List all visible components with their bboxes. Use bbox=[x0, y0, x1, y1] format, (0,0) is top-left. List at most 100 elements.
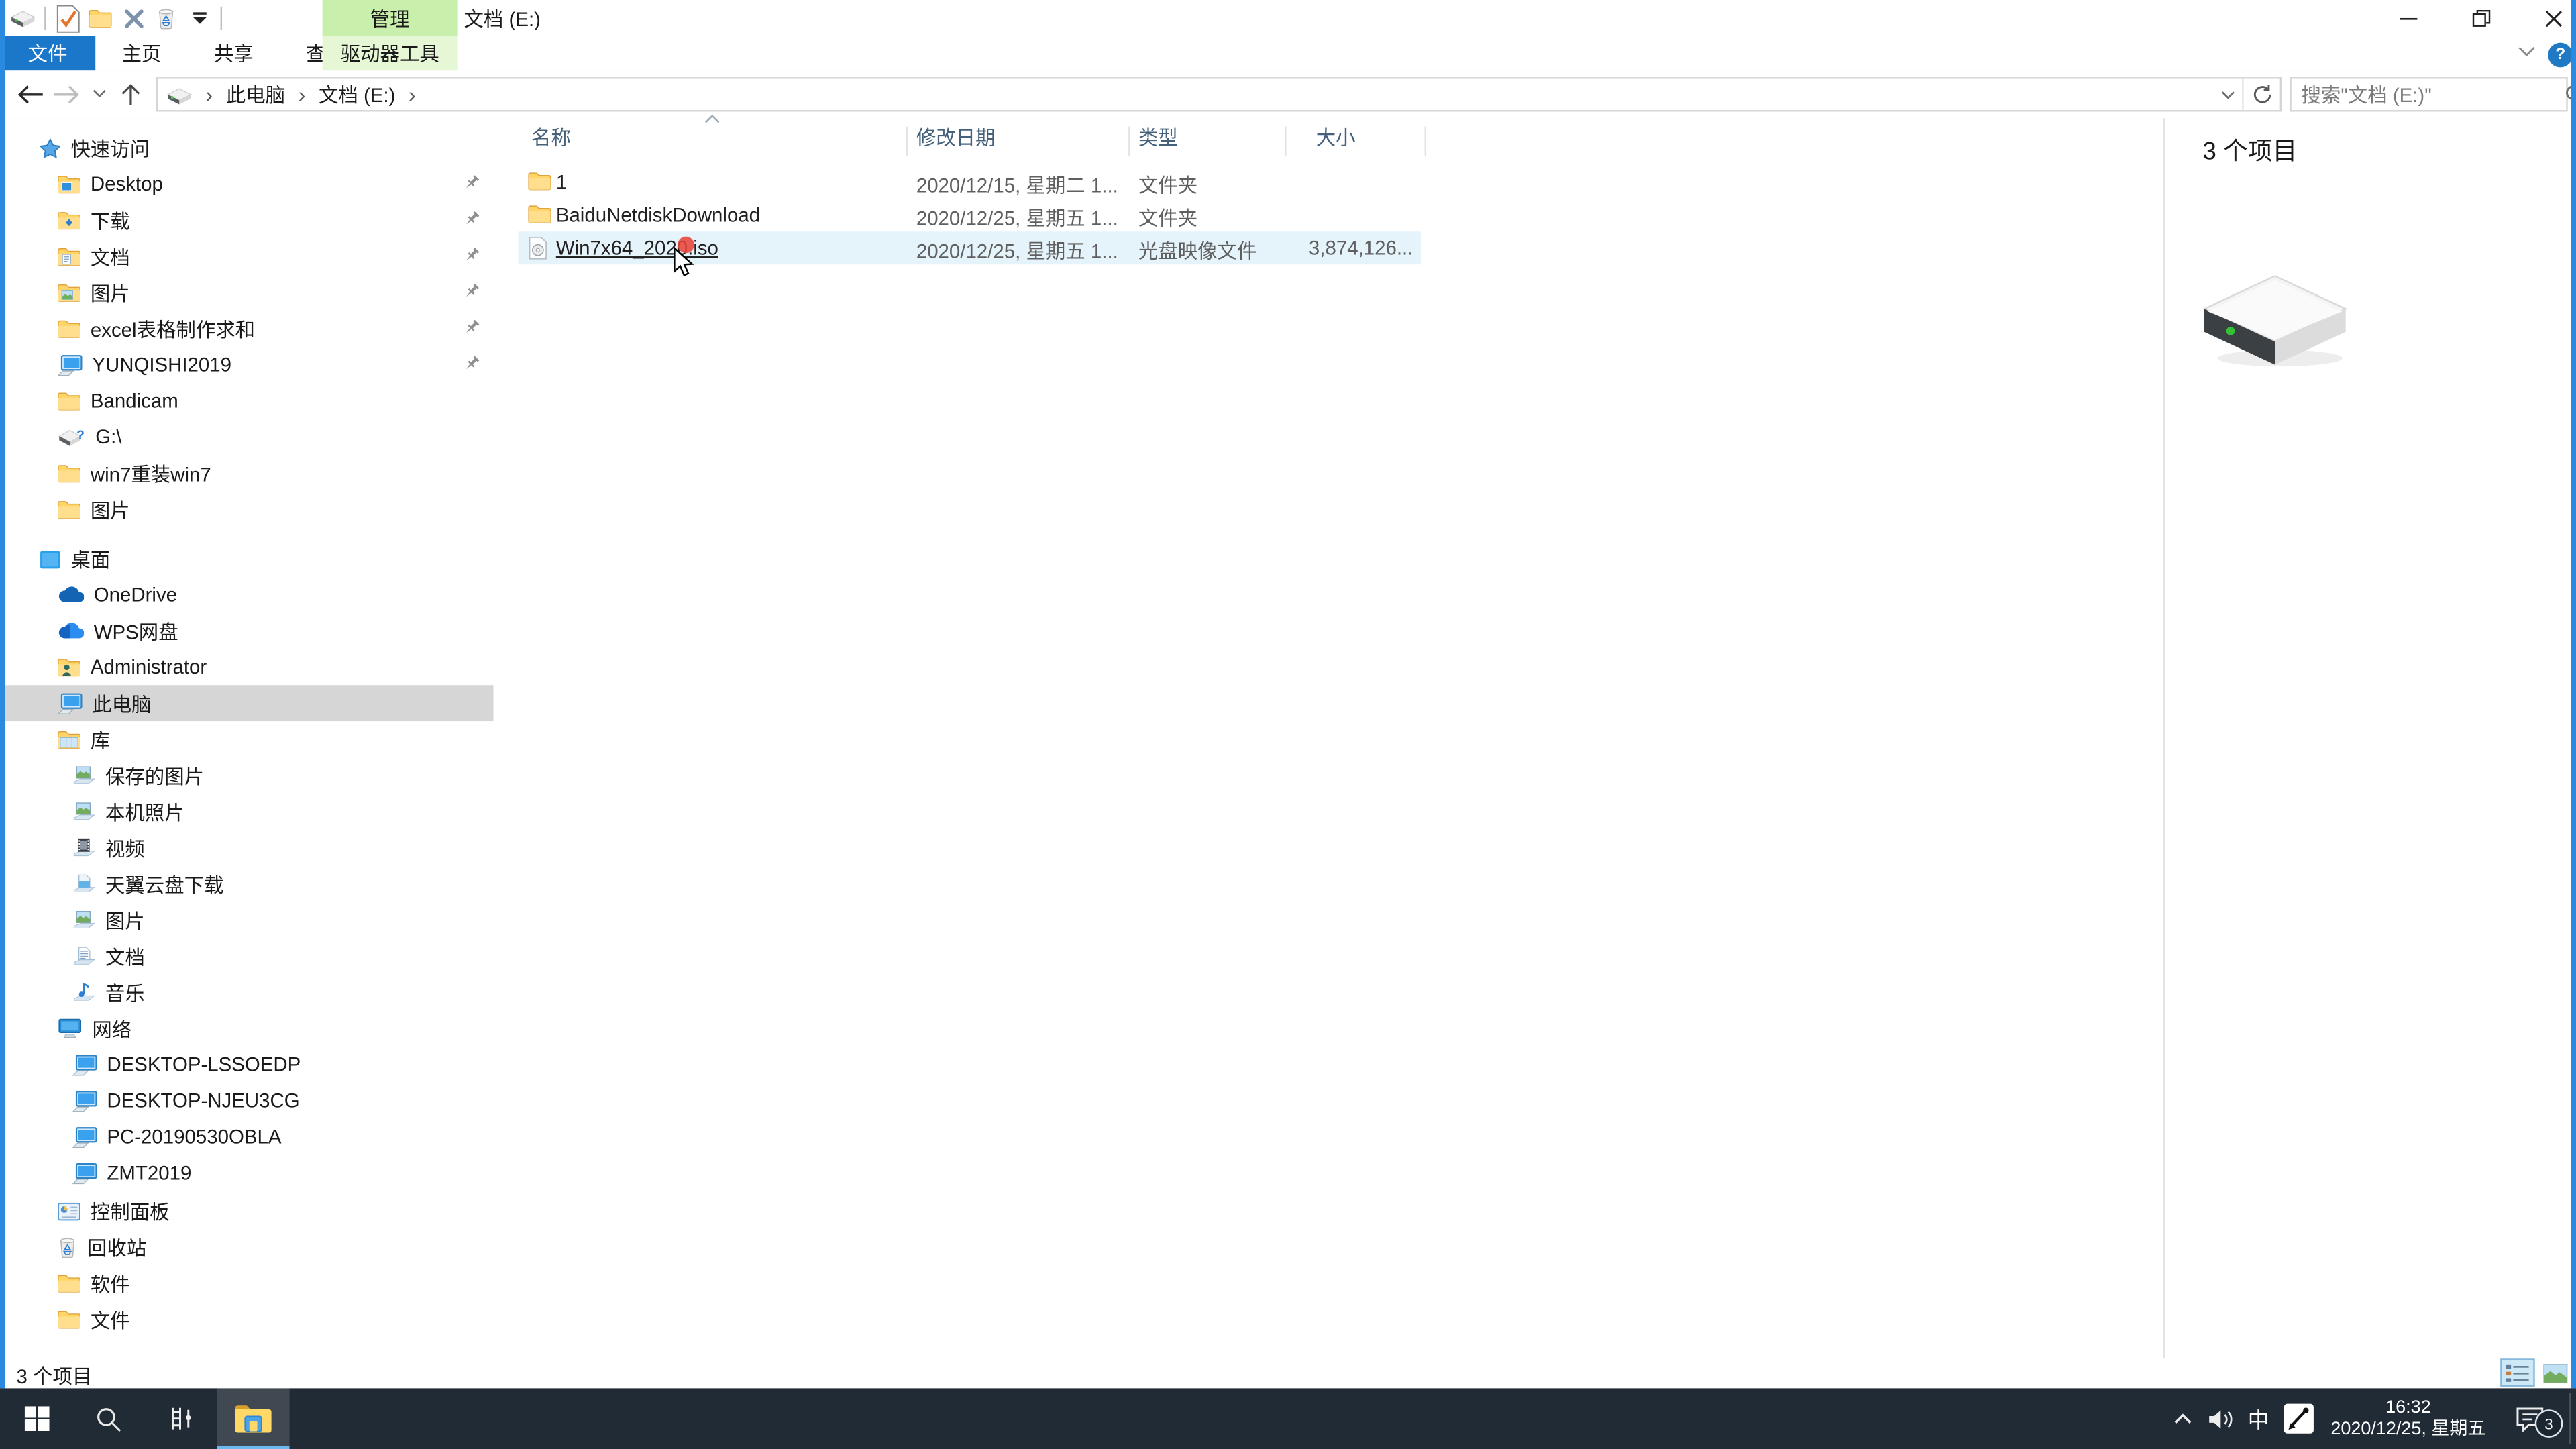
file-row[interactable]: 1 2020/12/15, 星期二 1... 文件夹 bbox=[494, 166, 2163, 199]
tree-item[interactable]: excel表格制作求和 bbox=[0, 311, 494, 347]
tree-item[interactable]: 回收站 bbox=[0, 1229, 494, 1265]
ime-tool-button[interactable] bbox=[2277, 1388, 2320, 1449]
tree-item[interactable]: 文档 bbox=[0, 238, 494, 274]
column-header-2[interactable]: 类型 bbox=[1138, 123, 1178, 152]
tree-item[interactable]: ZMT2019 bbox=[0, 1155, 494, 1191]
file-name[interactable]: BaiduNetdiskDownload bbox=[556, 204, 760, 227]
tree-item[interactable]: DESKTOP-LSSOEDP bbox=[0, 1046, 494, 1083]
up-button[interactable] bbox=[113, 77, 146, 110]
file-size: 3,874,126... bbox=[1308, 236, 1413, 260]
ime-mode-button[interactable]: 中 bbox=[2241, 1388, 2277, 1449]
tree-item-label: YUNQISHI2019 bbox=[92, 353, 232, 376]
breadcrumb-chevron-icon[interactable]: › bbox=[288, 82, 315, 107]
tree-item[interactable]: 音乐 bbox=[0, 974, 494, 1010]
tree-item[interactable]: 本机照片 bbox=[0, 794, 494, 830]
folder-pic-icon bbox=[58, 282, 80, 302]
tree-item[interactable]: WPS网盘 bbox=[0, 612, 494, 649]
help-button[interactable]: ? bbox=[2548, 42, 2573, 68]
show-desktop-divider[interactable] bbox=[2569, 1393, 2571, 1444]
tree-item[interactable]: PC-20190530OBLA bbox=[0, 1119, 494, 1155]
search-input[interactable] bbox=[2291, 80, 2557, 109]
forward-button[interactable] bbox=[50, 77, 83, 110]
restore-button[interactable] bbox=[2463, 1, 2499, 34]
file-row[interactable]: Win7x64_2020.iso 2020/12/25, 星期五 1... 光盘映像… bbox=[494, 231, 2163, 265]
tree-item[interactable]: 图片 bbox=[0, 491, 494, 527]
file-date: 2020/12/15, 星期二 1... bbox=[916, 174, 1118, 197]
navigation-pane: 快速访问 Desktop 下载 文档 图片 excel表格制作求和 YUNQISHI2019… bbox=[0, 118, 494, 1359]
qat-delete-button[interactable] bbox=[117, 1, 150, 34]
tree-item[interactable]: 文件 bbox=[0, 1301, 494, 1338]
windows-logo-icon bbox=[23, 1406, 49, 1432]
close-button[interactable] bbox=[2535, 1, 2571, 34]
taskbar-search-button[interactable] bbox=[72, 1388, 145, 1449]
tree-item[interactable]: OneDrive bbox=[0, 577, 494, 613]
task-view-icon bbox=[166, 1406, 196, 1431]
hidden-icons-button[interactable] bbox=[2165, 1388, 2201, 1449]
tree-item[interactable]: 天翼云盘下载 bbox=[0, 866, 494, 902]
tree-item[interactable]: Administrator bbox=[0, 649, 494, 685]
taskbar-clock[interactable]: 16:32 2020/12/25, 星期五 bbox=[2316, 1388, 2501, 1449]
start-button[interactable] bbox=[0, 1388, 72, 1449]
tree-item[interactable]: Desktop bbox=[0, 166, 494, 202]
tree-item-label: Bandicam bbox=[90, 389, 178, 413]
tree-item[interactable]: Bandicam bbox=[0, 383, 494, 419]
tree-item[interactable]: 桌面 bbox=[0, 541, 494, 577]
tree-item[interactable]: YUNQISHI2019 bbox=[0, 347, 494, 383]
qat-new-folder-button[interactable] bbox=[84, 1, 117, 34]
column-header-3[interactable]: 大小 bbox=[1316, 123, 1356, 152]
tab-drive-tools[interactable]: 驱动器工具 bbox=[322, 36, 458, 71]
tree-item[interactable]: 下载 bbox=[0, 202, 494, 238]
volume-button[interactable] bbox=[2201, 1388, 2241, 1449]
back-button[interactable] bbox=[13, 77, 46, 110]
ribbon-collapse-icon[interactable] bbox=[2517, 46, 2536, 58]
file-name[interactable]: 1 bbox=[556, 171, 567, 194]
tree-item[interactable]: 图片 bbox=[0, 902, 494, 938]
qat-dropdown-button[interactable] bbox=[182, 1, 215, 34]
tree-item-label: WPS网盘 bbox=[93, 620, 178, 643]
lib-doc-icon bbox=[72, 947, 95, 966]
tab-home[interactable]: 主页 bbox=[95, 36, 187, 70]
tree-item[interactable]: 文档 bbox=[0, 938, 494, 974]
breadcrumb-segment[interactable]: 文档 (E:) bbox=[315, 79, 398, 111]
toolbar-separator bbox=[44, 6, 46, 30]
tree-item[interactable]: 网络 bbox=[0, 1010, 494, 1046]
tree-item[interactable]: DESKTOP-NJEU3CG bbox=[0, 1083, 494, 1119]
breadcrumb-drive[interactable] bbox=[158, 79, 195, 111]
library-icon bbox=[58, 729, 80, 749]
qat-recycle-button[interactable] bbox=[150, 1, 182, 34]
tree-item[interactable]: 快速访问 bbox=[0, 129, 494, 166]
file-date: 2020/12/25, 星期五 1... bbox=[916, 207, 1118, 230]
recent-locations-icon[interactable] bbox=[83, 77, 115, 110]
file-explorer-button[interactable] bbox=[217, 1388, 290, 1449]
breadcrumb-chevron-icon[interactable]: › bbox=[196, 82, 223, 107]
tree-item[interactable]: 控制面板 bbox=[0, 1193, 494, 1229]
breadcrumb-segment[interactable]: 此电脑 bbox=[223, 79, 288, 111]
tree-item-label: ZMT2019 bbox=[107, 1161, 192, 1185]
minimize-button[interactable] bbox=[2390, 1, 2426, 34]
tree-item[interactable]: win7重装win7 bbox=[0, 455, 494, 491]
search-box bbox=[2290, 77, 2576, 112]
control-icon bbox=[58, 1201, 80, 1220]
column-header-0[interactable]: 名称 bbox=[531, 123, 571, 152]
tab-file[interactable]: 文件 bbox=[0, 36, 96, 71]
tree-item[interactable]: 图片 bbox=[0, 274, 494, 311]
task-view-button[interactable] bbox=[145, 1388, 217, 1449]
tree-item[interactable]: 此电脑 bbox=[0, 685, 494, 722]
qat-properties-button[interactable] bbox=[51, 1, 84, 34]
qat-drive-button[interactable] bbox=[7, 1, 40, 34]
tree-item[interactable]: ? G:\ bbox=[0, 419, 494, 455]
breadcrumb-chevron-icon[interactable]: › bbox=[398, 82, 425, 107]
address-dropdown-icon[interactable] bbox=[2212, 89, 2242, 99]
tab-share[interactable]: 共享 bbox=[188, 36, 280, 70]
delete-icon bbox=[123, 7, 144, 29]
folder-icon bbox=[58, 499, 80, 519]
refresh-icon[interactable] bbox=[2242, 78, 2279, 111]
column-header-1[interactable]: 修改日期 bbox=[916, 123, 996, 152]
tree-item[interactable]: 视频 bbox=[0, 830, 494, 866]
tree-item[interactable]: 软件 bbox=[0, 1265, 494, 1301]
file-row[interactable]: BaiduNetdiskDownload 2020/12/25, 星期五 1...… bbox=[494, 199, 2163, 231]
tree-item[interactable]: 库 bbox=[0, 721, 494, 757]
thumbnail-view-button[interactable] bbox=[2538, 1358, 2573, 1387]
tree-item[interactable]: 保存的图片 bbox=[0, 757, 494, 794]
details-view-button[interactable] bbox=[2500, 1358, 2535, 1387]
